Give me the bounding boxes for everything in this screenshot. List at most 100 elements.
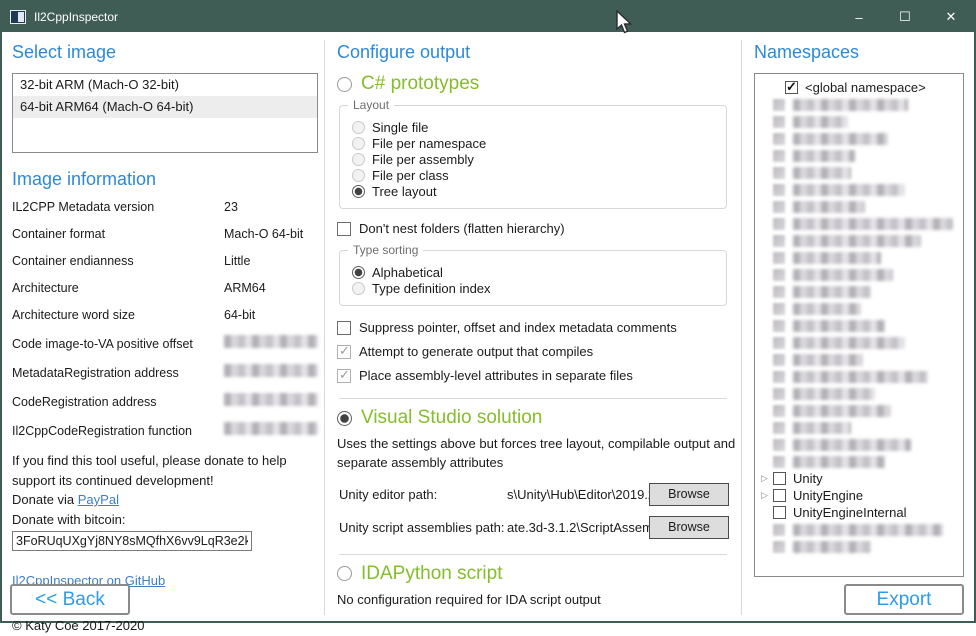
minimize-button[interactable]: – [836, 2, 882, 32]
namespace-row-redacted[interactable] [755, 368, 963, 385]
radio-option[interactable]: Tree layout [352, 183, 716, 199]
redacted-value [224, 364, 318, 377]
compilable-output-checkbox[interactable] [337, 345, 351, 359]
info-row: Il2CppCodeRegistration function [12, 422, 318, 438]
radio-option[interactable]: File per namespace [352, 135, 716, 151]
paypal-link[interactable]: PayPal [78, 492, 119, 507]
radio-button[interactable] [352, 266, 365, 279]
visual-studio-radio[interactable] [337, 411, 352, 426]
redacted-checkbox [773, 422, 785, 434]
info-value: 64-bit [224, 308, 318, 322]
separate-attributes-checkbox[interactable] [337, 369, 351, 383]
donate-bitcoin-label: Donate with bitcoin: [12, 512, 125, 527]
namespace-checkbox[interactable] [785, 81, 798, 94]
separate-attributes-label: Place assembly-level attributes in separ… [359, 368, 633, 383]
namespace-row-redacted[interactable] [755, 113, 963, 130]
radio-option[interactable]: Type definition index [352, 280, 716, 296]
namespace-row-redacted[interactable] [755, 96, 963, 113]
namespace-row-redacted[interactable] [755, 147, 963, 164]
unity-script-path-value[interactable]: ate.3d-3.1.2\ScriptAssemblies [507, 520, 649, 535]
namespace-row-redacted[interactable] [755, 300, 963, 317]
unity-editor-browse-button[interactable]: Browse [649, 483, 729, 506]
unity-script-browse-button[interactable]: Browse [649, 516, 729, 539]
visual-studio-option[interactable]: Visual Studio solution [337, 407, 729, 429]
namespace-row-redacted[interactable] [755, 317, 963, 334]
redacted-checkbox [773, 184, 785, 196]
redacted-checkbox [773, 354, 785, 366]
namespace-row-redacted[interactable] [755, 198, 963, 215]
namespace-row-redacted[interactable] [755, 351, 963, 368]
redacted-namespace-name [793, 252, 881, 264]
suppress-comments-checkbox[interactable] [337, 321, 351, 335]
redacted-namespace-name [793, 524, 943, 536]
image-listbox[interactable]: 32-bit ARM (Mach-O 32-bit)64-bit ARM64 (… [12, 73, 318, 153]
separate-attributes-option[interactable]: Place assembly-level attributes in separ… [337, 368, 729, 383]
close-button[interactable]: ✕ [928, 2, 974, 32]
namespace-checkbox[interactable] [773, 489, 786, 502]
layout-groupbox-label: Layout [348, 98, 394, 112]
redacted-namespace-name [793, 133, 888, 145]
type-sorting-groupbox: Type sorting AlphabeticalType definition… [339, 250, 727, 306]
redacted-namespace-name [793, 116, 848, 128]
namespace-row-redacted[interactable] [755, 453, 963, 470]
namespace-row-redacted[interactable] [755, 436, 963, 453]
csharp-prototypes-option[interactable]: C# prototypes [337, 73, 729, 95]
radio-button[interactable] [352, 137, 365, 150]
namespace-checkbox[interactable] [773, 472, 786, 485]
title-bar: Il2CppInspector – ☐ ✕ [2, 2, 974, 32]
namespace-row-redacted[interactable] [755, 283, 963, 300]
export-button[interactable]: Export [844, 584, 964, 615]
namespace-row-redacted[interactable] [755, 249, 963, 266]
namespace-row[interactable]: UnityEngineInternal [755, 504, 963, 521]
namespaces-listbox[interactable]: <global namespace> ▷Unity▷UnityEngineUnit… [754, 73, 964, 577]
namespace-row-redacted[interactable] [755, 266, 963, 283]
namespace-row-redacted[interactable] [755, 538, 963, 555]
expander-icon[interactable]: ▷ [761, 474, 773, 483]
namespace-row[interactable]: <global namespace> [755, 79, 963, 96]
suppress-comments-option[interactable]: Suppress pointer, offset and index metad… [337, 320, 729, 335]
compilable-output-option[interactable]: Attempt to generate output that compiles [337, 344, 729, 359]
radio-button[interactable] [352, 282, 365, 295]
maximize-button[interactable]: ☐ [882, 2, 928, 32]
redacted-checkbox [773, 133, 785, 145]
radio-option[interactable]: Alphabetical [352, 264, 716, 280]
image-list-item[interactable]: 64-bit ARM64 (Mach-O 64-bit) [13, 96, 317, 118]
radio-button[interactable] [352, 169, 365, 182]
radio-option[interactable]: File per assembly [352, 151, 716, 167]
namespace-row-redacted[interactable] [755, 334, 963, 351]
namespace-row[interactable]: ▷UnityEngine [755, 487, 963, 504]
suppress-comments-label: Suppress pointer, offset and index metad… [359, 320, 677, 335]
namespace-row-redacted[interactable] [755, 130, 963, 147]
redacted-namespace-name [793, 235, 921, 247]
namespace-row-redacted[interactable] [755, 402, 963, 419]
idapython-option[interactable]: IDAPython script [337, 563, 729, 585]
info-row: Code image-to-VA positive offset [12, 335, 318, 351]
radio-option[interactable]: Single file [352, 119, 716, 135]
csharp-prototypes-radio[interactable] [337, 77, 352, 92]
radio-button[interactable] [352, 185, 365, 198]
namespace-row-redacted[interactable] [755, 385, 963, 402]
radio-button[interactable] [352, 121, 365, 134]
flatten-hierarchy-checkbox[interactable] [337, 222, 351, 236]
namespace-row-redacted[interactable] [755, 164, 963, 181]
bitcoin-address-input[interactable] [12, 531, 252, 551]
flatten-hierarchy-option[interactable]: Don't nest folders (flatten hierarchy) [337, 221, 729, 236]
expander-icon[interactable]: ▷ [761, 491, 773, 500]
namespace-row-redacted[interactable] [755, 215, 963, 232]
namespace-row[interactable]: ▷Unity [755, 470, 963, 487]
namespace-row-redacted[interactable] [755, 232, 963, 249]
radio-label: Alphabetical [372, 265, 443, 280]
idapython-radio[interactable] [337, 566, 352, 581]
namespace-row-redacted[interactable] [755, 419, 963, 436]
unity-editor-path-row: Unity editor path: s\Unity\Hub\Editor\20… [339, 483, 729, 506]
radio-button[interactable] [352, 153, 365, 166]
radio-label: Type definition index [372, 281, 491, 296]
back-button[interactable]: << Back [10, 584, 130, 615]
namespace-row-redacted[interactable] [755, 181, 963, 198]
image-list-item[interactable]: 32-bit ARM (Mach-O 32-bit) [13, 74, 317, 96]
radio-option[interactable]: File per class [352, 167, 716, 183]
namespace-row-redacted[interactable] [755, 521, 963, 538]
info-row: CodeRegistration address [12, 393, 318, 409]
unity-editor-path-value[interactable]: s\Unity\Hub\Editor\2019.2.8f1 [507, 487, 649, 502]
namespace-checkbox[interactable] [773, 506, 786, 519]
